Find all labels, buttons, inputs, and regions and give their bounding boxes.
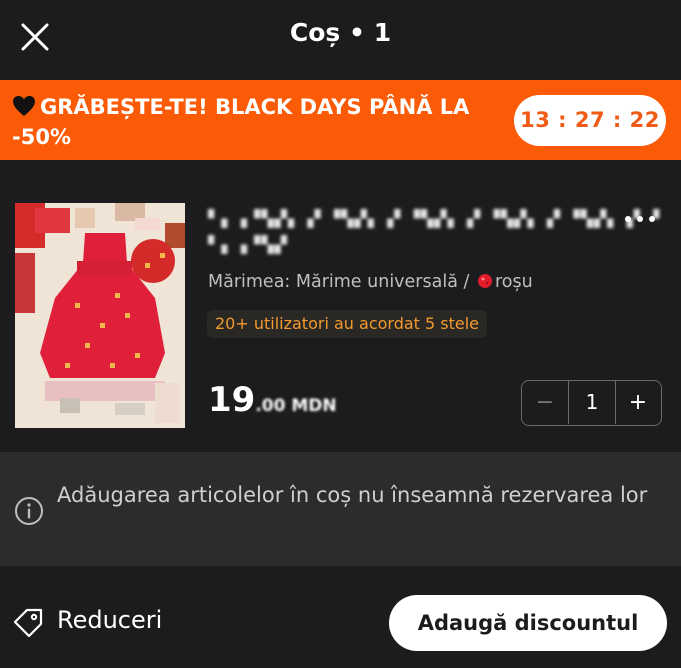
product-image <box>15 203 185 428</box>
notice-text: Adăugarea articolelor în coș nu înseamnă… <box>57 483 648 507</box>
promo-message: GRĂBEȘTE-TE! BLACK DAYS PÂNĂ LA -50% <box>12 95 470 149</box>
product-title[interactable]: ▘▖▗▝▚▞▖▗▘▝▚▞▖▗▘▝▚▞▖▗▘▝▚▞▖▗▘▝▚▞▖▗▘▝ ▘▖▗▝▚… <box>208 206 659 258</box>
decrease-quantity-button[interactable]: − <box>522 381 568 424</box>
rating-badge: 20+ utilizatori au acordat 5 stele <box>207 310 488 338</box>
more-dots-icon[interactable] <box>622 208 658 230</box>
price-main: 19 <box>208 380 256 420</box>
quantity-stepper: − 1 + <box>521 380 662 426</box>
variant-selector[interactable]: Mărimea: Mărime universală / roșu <box>208 272 533 292</box>
product-price: 19.00 MDN <box>208 380 337 420</box>
increase-quantity-button[interactable]: + <box>615 381 661 424</box>
add-discount-button[interactable]: Adaugă discountul <box>389 595 667 651</box>
price-rest: .00 MDN <box>255 396 337 416</box>
info-icon <box>15 497 43 525</box>
size-text: Mărimea: Mărime universală / <box>208 272 470 292</box>
black-heart-icon <box>13 96 35 116</box>
countdown-timer: 13 : 27 : 22 <box>514 95 666 146</box>
promo-text-wrap: GRĂBEȘTE-TE! BLACK DAYS PÂNĂ LA -50% <box>12 92 492 152</box>
tag-icon <box>13 608 43 638</box>
quantity-value[interactable]: 1 <box>568 381 616 424</box>
page-title: Coș • 1 <box>289 18 392 47</box>
color-swatch-icon <box>477 274 492 288</box>
color-label: roșu <box>494 272 533 292</box>
discounts-label: Reduceri <box>57 606 163 634</box>
cart-header: Coș • 1 <box>0 0 681 80</box>
product-thumbnail[interactable] <box>15 203 185 428</box>
